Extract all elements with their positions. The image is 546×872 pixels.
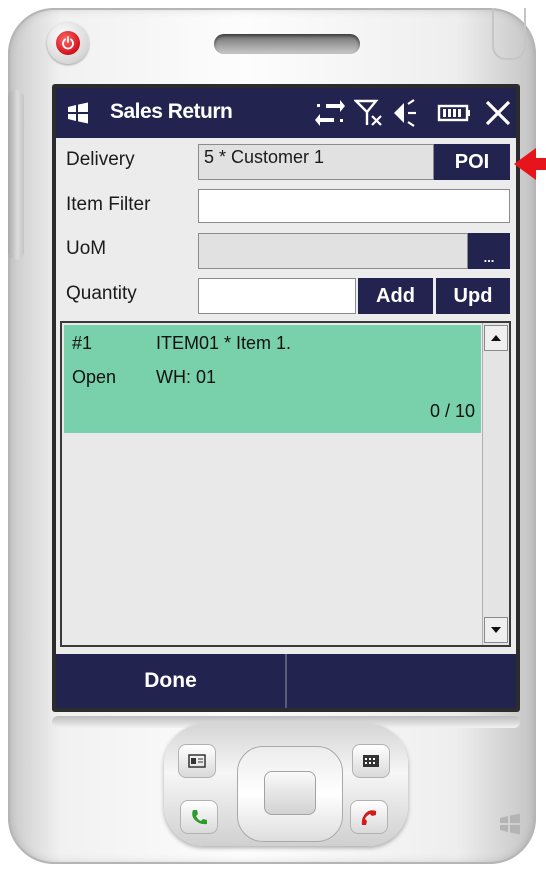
callout-arrow-icon <box>514 148 546 180</box>
windows-logo-icon <box>500 813 520 835</box>
stylus-slot <box>492 8 526 60</box>
speaker-grille <box>214 34 360 54</box>
item-number: #1 <box>72 333 93 353</box>
poi-button[interactable]: POI <box>434 144 510 180</box>
add-button[interactable]: Add <box>358 278 433 314</box>
delivery-label: Delivery <box>66 149 135 170</box>
title-bar: Sales Return <box>56 88 516 138</box>
scroll-down-button[interactable] <box>484 617 508 643</box>
menu-bar: Done <box>56 654 516 708</box>
sync-arrows-icon[interactable] <box>314 98 346 128</box>
phone-end-icon <box>361 810 376 825</box>
phone-call-icon <box>192 810 207 825</box>
delivery-field[interactable]: 5 * Customer 1 <box>198 144 434 180</box>
arrow-down-icon <box>491 627 501 633</box>
delivery-value: 5 * Customer 1 <box>204 147 325 167</box>
arrow-up-icon <box>491 335 501 341</box>
calendar-key[interactable] <box>352 744 390 778</box>
item-filter-input[interactable] <box>198 189 510 223</box>
contacts-icon <box>188 754 206 768</box>
action-button[interactable] <box>264 771 316 815</box>
quantity-input[interactable] <box>198 278 356 314</box>
done-softkey[interactable]: Done <box>56 654 285 708</box>
item-status: Open <box>72 367 117 387</box>
screen: Sales Return Delivery 5 * Customer 1 POI… <box>56 88 516 708</box>
contacts-key[interactable] <box>178 744 216 778</box>
uom-field[interactable] <box>198 233 468 269</box>
side-button[interactable] <box>8 90 24 260</box>
window-title: Sales Return <box>110 100 233 123</box>
right-softkey[interactable] <box>287 654 516 708</box>
calendar-icon <box>363 755 379 767</box>
battery-icon[interactable] <box>436 98 472 128</box>
item-progress: 0 / 10 <box>429 401 475 421</box>
list-scrollbar[interactable] <box>482 323 509 645</box>
items-list[interactable]: #1 ITEM01 * Item 1. Open WH: 01 0 / 10 <box>60 321 511 647</box>
item-code: ITEM01 * Item 1. <box>156 333 292 353</box>
volume-icon[interactable] <box>390 98 422 128</box>
item-warehouse: WH: 01 <box>156 367 217 387</box>
list-item[interactable]: #1 ITEM01 * Item 1. Open WH: 01 0 / 10 <box>64 325 481 433</box>
uom-browse-button[interactable]: ... <box>468 233 510 269</box>
windows-start-icon[interactable] <box>66 101 90 125</box>
close-icon[interactable] <box>484 98 512 128</box>
no-signal-icon[interactable] <box>354 98 384 128</box>
navigation-pad[interactable] <box>237 746 343 842</box>
scroll-up-button[interactable] <box>484 325 508 351</box>
end-call-key[interactable] <box>350 800 388 834</box>
item-filter-label: Item Filter <box>66 194 151 215</box>
power-icon <box>56 31 80 55</box>
power-button[interactable] <box>47 22 89 64</box>
quantity-label: Quantity <box>66 283 137 304</box>
uom-label: UoM <box>66 238 107 259</box>
update-button[interactable]: Upd <box>436 278 510 314</box>
call-key[interactable] <box>180 800 218 834</box>
